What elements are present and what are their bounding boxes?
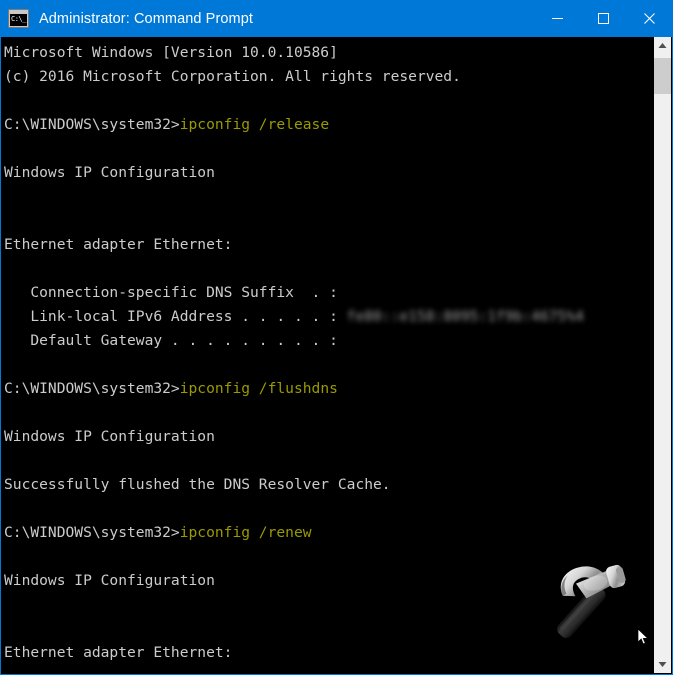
console-text: Windows IP Configuration — [4, 572, 215, 589]
console-line: Link-local IPv6 Address . . . . . : fe80… — [4, 305, 653, 329]
typed-command: ipconfig /release — [179, 116, 330, 133]
console-icon — [8, 9, 29, 28]
console-text: Connection-specific DNS Suffix . : — [4, 284, 347, 301]
typed-command: ipconfig /renew — [179, 524, 312, 541]
console-lines: Microsoft Windows [Version 10.0.10586] (c… — [4, 41, 653, 673]
command-prompt-window: Administrator: Command Prompt Microsoft — [0, 0, 673, 675]
console-line: Microsoft Windows [Version 10.0.10586] — [4, 41, 653, 65]
minimize-button[interactable] — [534, 0, 580, 37]
scrollbar-track[interactable] — [654, 54, 671, 656]
console-text: (c) 2016 Microsoft Corporation. All righ… — [4, 68, 461, 85]
scrollbar[interactable] — [653, 37, 671, 673]
console-line: Connection-specific DNS Suffix . : — [4, 281, 653, 305]
console-line: C:\WINDOWS\system32>ipconfig /renew — [4, 521, 653, 545]
console-line: C:\WINDOWS\system32>ipconfig /release — [4, 113, 653, 137]
console-line: Ethernet adapter Ethernet: — [4, 233, 653, 257]
console-text: Ethernet adapter Ethernet: — [4, 644, 233, 661]
console-text: Microsoft Windows [Version 10.0.10586] — [4, 44, 338, 61]
scrollbar-thumb[interactable] — [654, 58, 671, 94]
window-controls — [534, 0, 672, 37]
prompt-path: C:\WINDOWS\system32> — [4, 380, 180, 397]
redacted-value: fe80::e158:8095:1f9b:4675%4 — [346, 308, 584, 325]
window-title: Administrator: Command Prompt — [39, 10, 254, 27]
console-text: Ethernet adapter Ethernet: — [4, 236, 233, 253]
console-text: Default Gateway . . . . . . . . . : — [4, 332, 347, 349]
console-line: Ethernet adapter Ethernet: — [4, 641, 653, 665]
title-bar[interactable]: Administrator: Command Prompt — [1, 0, 672, 37]
console-text: Successfully flushed the DNS Resolver Ca… — [4, 476, 391, 493]
scroll-down-button[interactable] — [654, 656, 671, 673]
close-button[interactable] — [626, 0, 672, 37]
console-line: Successfully flushed the DNS Resolver Ca… — [4, 473, 653, 497]
scroll-up-button[interactable] — [654, 37, 671, 54]
prompt-path: C:\WINDOWS\system32> — [4, 524, 180, 541]
console-line: C:\WINDOWS\system32>ipconfig /flushdns — [4, 377, 653, 401]
console-body: Microsoft Windows [Version 10.0.10586] (c… — [2, 37, 671, 673]
console-output[interactable]: Microsoft Windows [Version 10.0.10586] (c… — [2, 37, 653, 673]
console-line: Windows IP Configuration — [4, 161, 653, 185]
console-line: Default Gateway . . . . . . . . . : — [4, 329, 653, 353]
console-text: Windows IP Configuration — [4, 164, 215, 181]
console-line: (c) 2016 Microsoft Corporation. All righ… — [4, 65, 653, 89]
console-line: Windows IP Configuration — [4, 425, 653, 449]
typed-command: ipconfig /flushdns — [179, 380, 338, 397]
console-line: Windows IP Configuration — [4, 569, 653, 593]
prompt-path: C:\WINDOWS\system32> — [4, 116, 180, 133]
console-text: Link-local IPv6 Address . . . . . : — [4, 308, 347, 325]
maximize-button[interactable] — [580, 0, 626, 37]
console-text: Windows IP Configuration — [4, 428, 215, 445]
